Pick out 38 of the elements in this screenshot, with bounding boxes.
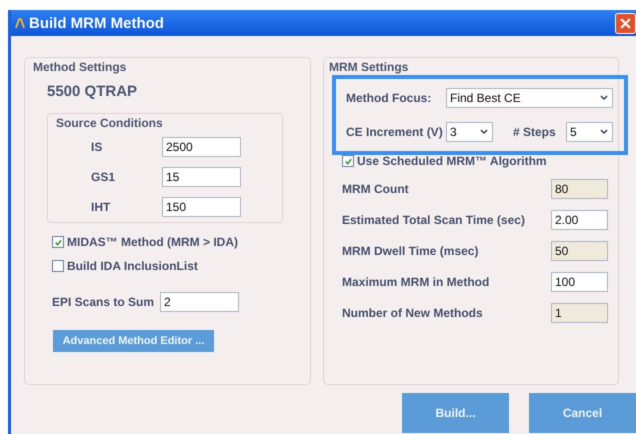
caret-icon <box>600 95 608 101</box>
window-title: Build MRM Method <box>29 14 164 32</box>
method-focus-dropdown[interactable]: Find Best CE <box>446 88 613 108</box>
field-label: CE Increment (V) <box>346 125 444 139</box>
field-label: MRM Count <box>342 182 409 196</box>
input-field[interactable]: 80 <box>551 178 608 198</box>
ce-increment-dropdown[interactable]: 3 <box>446 122 493 142</box>
field-label: Estimated Total Scan Time (sec) <box>342 212 525 226</box>
instrument-name: 5500 QTRAP <box>47 83 138 100</box>
input-field[interactable]: 2.00 <box>551 210 608 230</box>
input-field[interactable]: 2500 <box>162 137 241 157</box>
checkbox[interactable] <box>342 155 354 167</box>
close-button[interactable] <box>615 12 636 34</box>
caret-icon <box>480 129 488 135</box>
input-field[interactable]: 50 <box>551 240 608 260</box>
arch-logo-icon <box>14 17 26 29</box>
input-field[interactable]: 100 <box>551 272 608 292</box>
checkbox[interactable] <box>52 260 64 272</box>
field-label: IHT <box>91 200 112 214</box>
field-label: MRM Dwell Time (msec) <box>342 244 478 258</box>
input-field[interactable]: 150 <box>162 197 241 217</box>
field-label: IS <box>91 140 104 154</box>
field-label: Method Focus: <box>346 91 432 105</box>
checkbox-label: Use Scheduled MRM™ Algorithm <box>357 154 547 168</box>
close-icon <box>620 18 631 28</box>
input-field[interactable]: 2 <box>160 292 240 312</box>
caret-icon <box>600 129 608 135</box>
field-label: # Steps <box>513 125 557 139</box>
field-label: Maximum MRM in Method <box>342 274 490 288</box>
input-field[interactable]: 1 <box>551 302 608 322</box>
field-label: Number of New Methods <box>342 306 483 320</box>
checkbox-label: Build IDA InclusionList <box>67 259 198 273</box>
field-label: GS1 <box>91 170 116 184</box>
field-label: EPI Scans to Sum <box>52 295 154 309</box>
checkbox-label: MIDAS™ Method (MRM > IDA) <box>67 235 238 249</box>
input-field[interactable]: 15 <box>162 167 241 187</box>
checkbox[interactable] <box>52 236 64 248</box>
steps-dropdown[interactable]: 5 <box>566 122 613 142</box>
